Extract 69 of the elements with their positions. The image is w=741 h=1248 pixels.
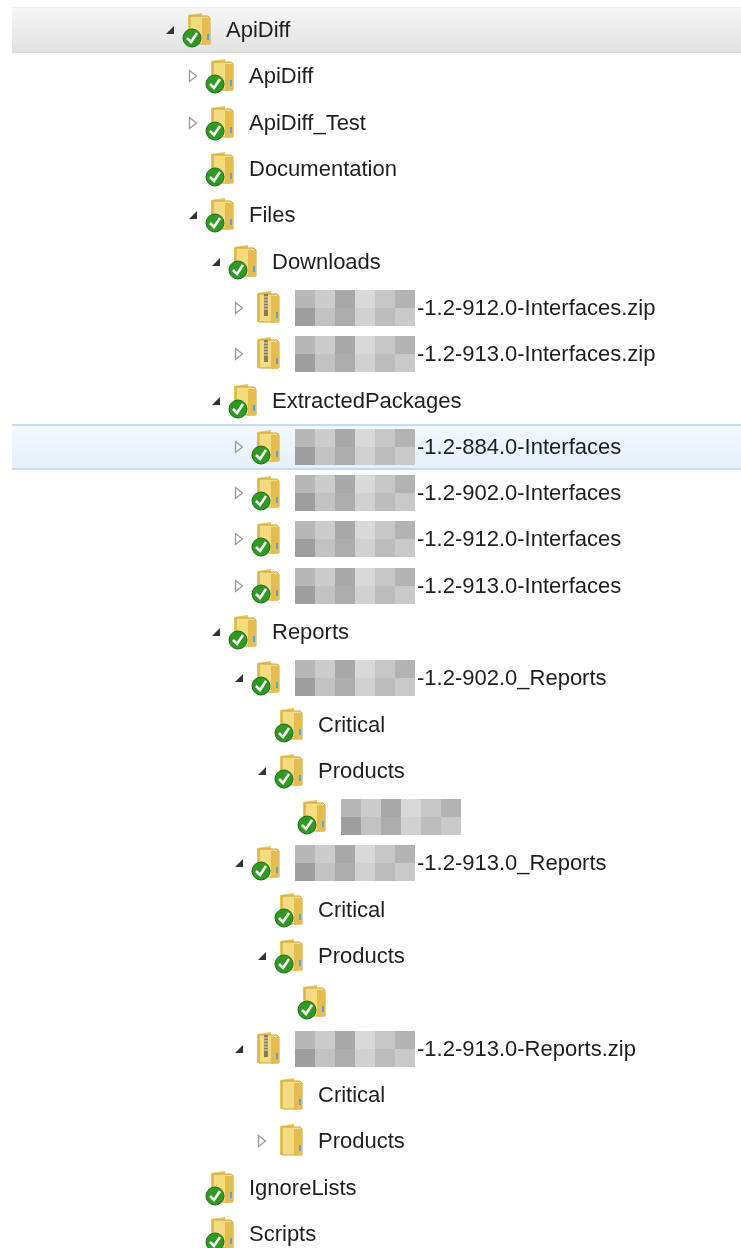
collapsed-arrow-icon[interactable]: [234, 486, 244, 501]
folder-name: -1.2-902.0_Reports: [417, 665, 607, 692]
tree-item[interactable]: -1.2-913.0-Interfaces.zip: [12, 331, 741, 378]
expanded-arrow-icon[interactable]: [257, 951, 267, 962]
tree-item[interactable]: Documentation: [12, 145, 741, 193]
tree-item[interactable]: Critical: [12, 886, 741, 933]
tree-item[interactable]: Files: [12, 192, 741, 239]
folder-name: Critical: [318, 711, 386, 738]
folder-name: Critical: [318, 1081, 386, 1108]
folder-name: IgnoreLists: [249, 1174, 357, 1201]
folder-name: ApiDiff: [226, 17, 291, 44]
tree-item[interactable]: ExtractedPackages: [12, 377, 741, 424]
tree-item[interactable]: -1.2-884.0-Interfaces: [12, 423, 741, 470]
folder-name: Critical: [318, 896, 386, 923]
tree-item[interactable]: Scripts: [12, 1210, 741, 1248]
folder-name: Products: [318, 1128, 405, 1155]
folder-name: Reports: [272, 619, 350, 645]
folder-name: Scripts: [249, 1220, 317, 1247]
folder-name: Files: [249, 202, 296, 229]
collapsed-arrow-icon[interactable]: [234, 300, 244, 315]
expanded-arrow-icon[interactable]: [211, 627, 221, 637]
tree-item[interactable]: -1.2-902.0_Reports: [12, 655, 741, 702]
tree-item[interactable]: ApiDiff_Test: [12, 99, 741, 146]
tree-item[interactable]: IgnoreLists: [12, 1164, 741, 1211]
folder-name: -1.2-884.0-Interfaces: [417, 433, 622, 460]
tree-item[interactable]: Downloads: [12, 238, 741, 285]
tree-item[interactable]: -1.2-913.0_Reports: [12, 840, 741, 887]
folder-name: -1.2-912.0-Interfaces: [417, 526, 622, 553]
expanded-arrow-icon[interactable]: [234, 1043, 244, 1054]
folder-name: -1.2-913.0-Reports.zip: [417, 1035, 636, 1062]
collapsed-arrow-icon[interactable]: [234, 578, 244, 593]
folder-name: Downloads: [272, 248, 381, 275]
tree-item[interactable]: -1.2-902.0-Interfaces: [12, 469, 741, 517]
collapsed-arrow-icon[interactable]: [234, 347, 244, 362]
tree-item[interactable]: Products: [12, 747, 741, 795]
folder-name: -1.2-912.0-Interfaces.zip: [417, 294, 656, 321]
expanded-arrow-icon[interactable]: [165, 25, 175, 36]
tree-item[interactable]: -1.2-913.0-Reports.zip: [12, 1025, 741, 1072]
tree-item[interactable]: -1.2-912.0-Interfaces: [12, 516, 741, 563]
folder-name: -1.2-913.0_Reports: [417, 850, 607, 877]
collapsed-arrow-icon[interactable]: [188, 69, 198, 84]
tree-item[interactable]: ApiDiff: [12, 53, 741, 100]
folder-name: ApiDiff_Test: [249, 109, 366, 136]
expanded-arrow-icon[interactable]: [211, 256, 221, 267]
expanded-arrow-icon[interactable]: [234, 673, 244, 684]
folder-name: Products: [318, 757, 405, 784]
folder-name: Documentation: [249, 156, 397, 183]
tree-item[interactable]: ApiDiff: [12, 7, 741, 54]
folder-name: -1.2-913.0-Interfaces: [417, 572, 622, 599]
expanded-arrow-icon[interactable]: [257, 765, 267, 776]
tree-item[interactable]: -1.2-912.0-Interfaces.zip: [12, 284, 741, 332]
tree-item[interactable]: -1.2-913.0-Interfaces: [12, 562, 741, 609]
folder-name: -1.2-902.0-Interfaces: [417, 480, 622, 507]
folder-name: -1.2-913.0-Interfaces.zip: [417, 341, 656, 368]
tree-item[interactable]: Critical: [12, 1071, 741, 1119]
collapsed-arrow-icon[interactable]: [234, 439, 244, 454]
collapsed-arrow-icon[interactable]: [234, 532, 244, 547]
folder-name: Products: [318, 943, 405, 970]
folder-name: ExtractedPackages: [272, 387, 462, 414]
tree-item[interactable]: Products: [12, 932, 741, 980]
collapsed-arrow-icon[interactable]: [257, 1134, 267, 1149]
expanded-arrow-icon[interactable]: [211, 395, 221, 406]
expanded-arrow-icon[interactable]: [188, 210, 198, 221]
collapsed-arrow-icon[interactable]: [188, 115, 198, 130]
folder-name: ApiDiff: [249, 63, 314, 90]
tree-item[interactable]: Reports: [12, 608, 741, 656]
expanded-arrow-icon[interactable]: [234, 858, 244, 869]
tree-item[interactable]: Critical: [12, 701, 741, 748]
tree-item[interactable]: Products: [12, 1118, 741, 1165]
